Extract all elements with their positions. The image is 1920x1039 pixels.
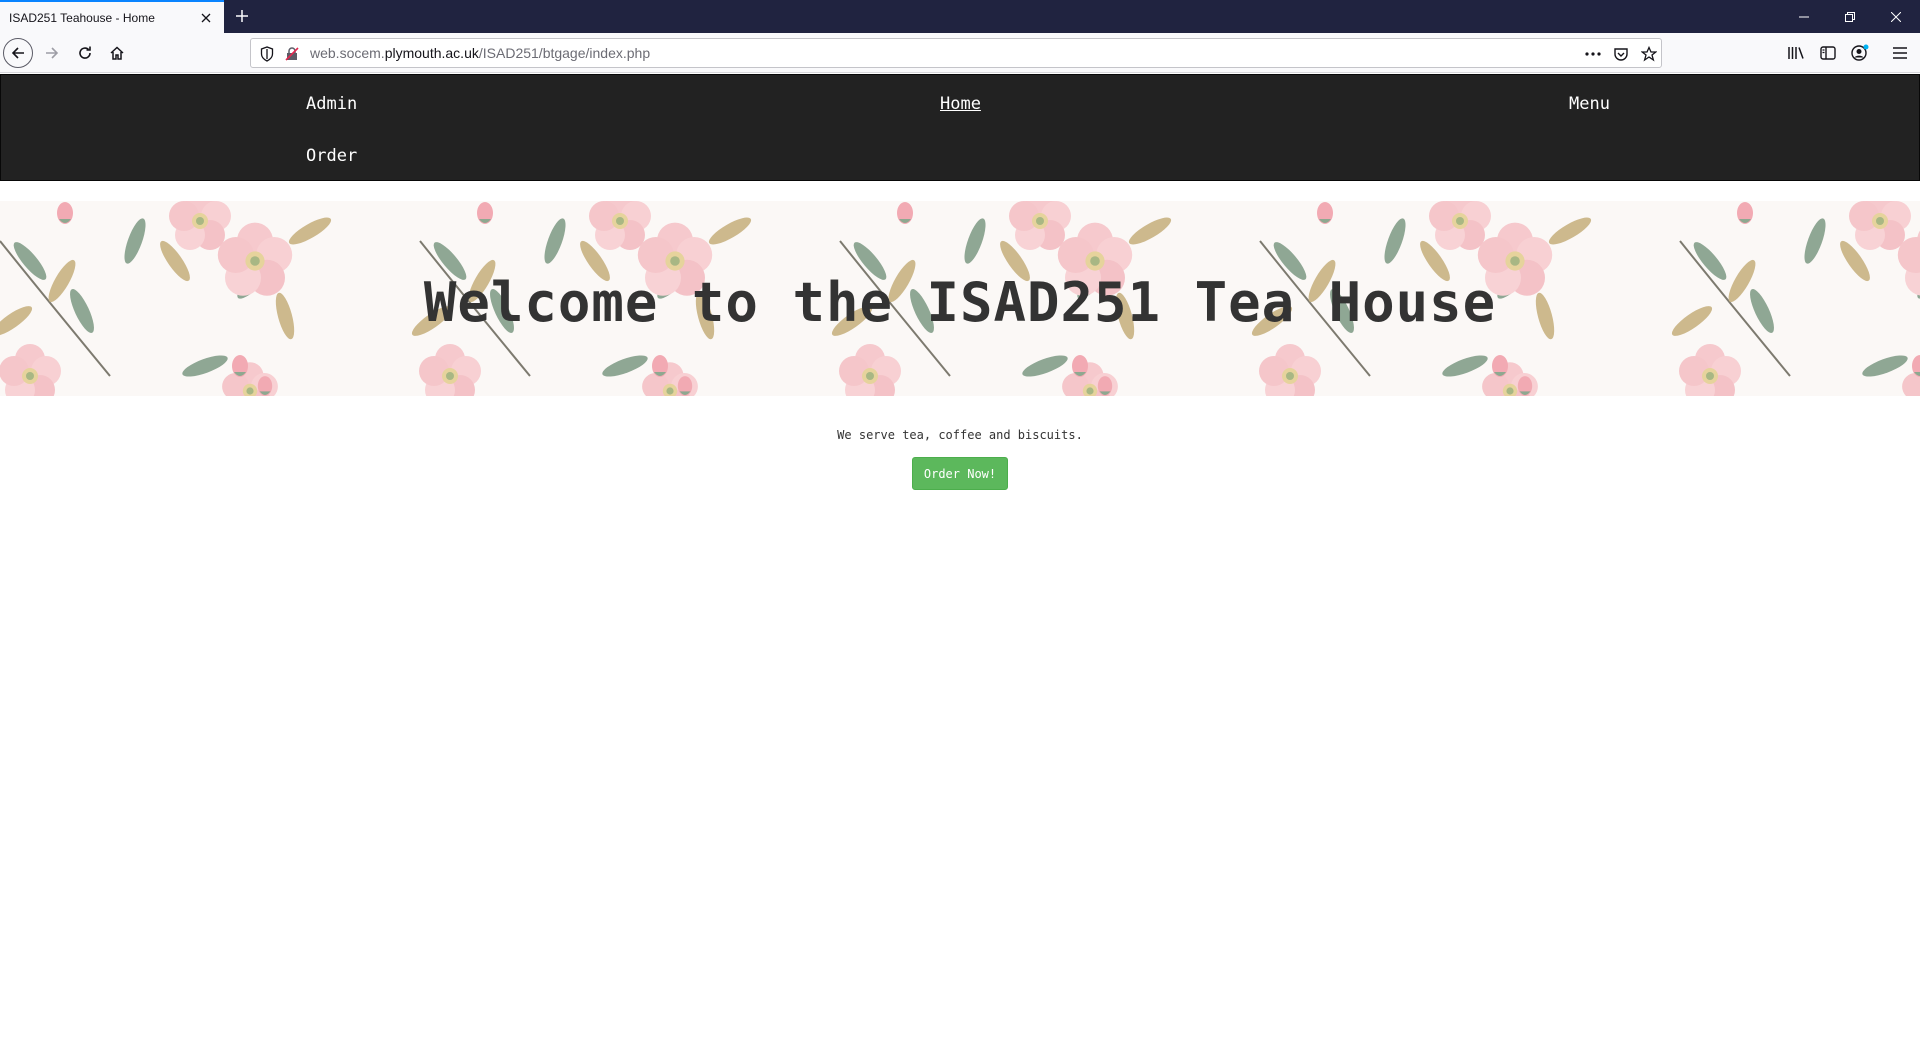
url-bar[interactable]: web.socem.plymouth.ac.uk/ISAD251/btgage/… xyxy=(250,38,1662,68)
new-tab-icon[interactable] xyxy=(230,4,254,28)
url-path: /ISAD251/btgage/index.php xyxy=(478,45,651,61)
library-icon[interactable] xyxy=(1781,38,1811,68)
reload-icon[interactable] xyxy=(70,38,100,68)
close-tab-icon[interactable] xyxy=(192,4,220,32)
browser-tab-active[interactable]: ISAD251 Teahouse - Home xyxy=(0,0,224,33)
minimize-window-icon[interactable] xyxy=(1781,0,1827,33)
pocket-icon[interactable] xyxy=(1611,44,1631,64)
url-prefix: web.socem. xyxy=(310,45,385,61)
sidebar-icon[interactable] xyxy=(1813,38,1843,68)
order-now-button[interactable]: Order Now! xyxy=(912,457,1008,490)
tab-title: ISAD251 Teahouse - Home xyxy=(9,10,155,25)
nav-link-home[interactable]: Home xyxy=(940,93,981,115)
shield-icon[interactable] xyxy=(257,44,277,64)
restore-window-icon[interactable] xyxy=(1827,0,1873,33)
star-icon[interactable] xyxy=(1639,44,1659,64)
close-window-icon[interactable] xyxy=(1873,0,1919,33)
nav-link-menu[interactable]: Menu xyxy=(1569,93,1610,115)
nav-link-admin[interactable]: Admin xyxy=(306,93,357,115)
page-title: Welcome to the ISAD251 Tea House xyxy=(423,271,1497,334)
back-arrow-icon[interactable] xyxy=(3,38,33,68)
insecure-lock-icon[interactable] xyxy=(282,44,302,64)
site-navbar: Admin Home Menu Order xyxy=(0,74,1920,181)
more-actions-icon[interactable] xyxy=(1583,44,1603,64)
browser-toolbar: web.socem.plymouth.ac.uk/ISAD251/btgage/… xyxy=(0,33,1920,73)
hero-banner: Welcome to the ISAD251 Tea House xyxy=(0,201,1920,396)
nav-link-order[interactable]: Order xyxy=(306,145,357,167)
url-domain: plymouth.ac.uk xyxy=(384,45,479,61)
hamburger-menu-icon[interactable] xyxy=(1885,38,1915,68)
account-icon[interactable] xyxy=(1845,38,1875,68)
tagline: We serve tea, coffee and biscuits. xyxy=(837,428,1083,442)
url-text[interactable]: web.socem.plymouth.ac.uk/ISAD251/btgage/… xyxy=(310,39,650,67)
home-icon[interactable] xyxy=(102,38,132,68)
browser-tab-strip: ISAD251 Teahouse - Home xyxy=(0,0,1920,33)
forward-arrow-icon[interactable] xyxy=(37,38,67,68)
